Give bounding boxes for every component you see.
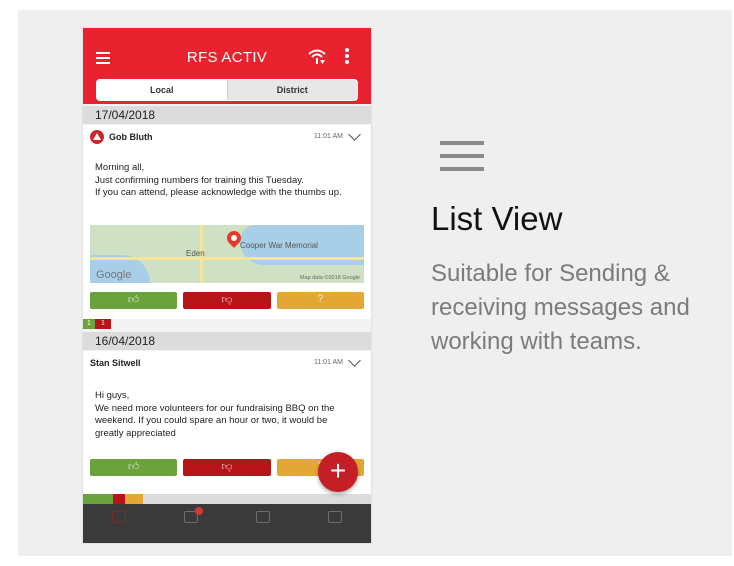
signal-icon[interactable] [307, 47, 327, 65]
more-options-icon[interactable] [345, 48, 349, 64]
thumbs-down-button[interactable]: 👎︎ [183, 459, 271, 476]
response-buttons: 👍︎ 👎︎ ? [90, 292, 364, 309]
feature-title: List View [431, 200, 563, 237]
chevron-down-icon[interactable] [348, 354, 361, 367]
thumbs-up-icon: 👍︎ [127, 294, 140, 306]
map-label: Eden [186, 249, 205, 258]
question-icon: ? [317, 293, 324, 305]
nav-item-messages[interactable] [155, 504, 227, 543]
more-icon [328, 511, 342, 523]
app-bar: RFS ACTIV Local District [83, 28, 371, 104]
app-title: RFS ACTIV [186, 49, 268, 66]
warning-icon [90, 130, 104, 144]
feature-description: Suitable for Sending & receiving message… [431, 260, 690, 355]
tab-district[interactable]: District [226, 80, 358, 100]
google-logo: Google [96, 269, 132, 281]
chevron-down-icon[interactable] [348, 128, 361, 141]
date-header: 17/04/2018 [83, 106, 371, 124]
response-tally [83, 494, 371, 504]
list-icon [440, 141, 484, 171]
nav-item-calendar[interactable] [227, 504, 299, 543]
date-header: 16/04/2018 [83, 332, 371, 350]
response-tally: 1 1 [83, 319, 111, 329]
thumbs-up-button[interactable]: 👍︎ [90, 292, 178, 309]
message-card[interactable]: Gob Bluth 11:01 AM Morning all, Just con… [83, 125, 371, 319]
map-attribution: Map data ©2018 Google [299, 275, 360, 281]
notification-badge [195, 507, 203, 515]
message-time: 11:01 AM [313, 359, 343, 366]
other-response-button[interactable]: ? [276, 292, 364, 309]
message-body: Morning all, Just confirming numbers for… [95, 162, 342, 198]
tab-local[interactable]: Local [97, 80, 227, 100]
message-sender: Gob Bluth [109, 132, 153, 142]
map-label: Cooper War Memorial [240, 241, 318, 250]
tally-up-count: 1 [83, 319, 95, 329]
map-preview[interactable]: Eden Cooper War Memorial Google Map data… [90, 225, 364, 283]
tally-down-count: 1 [95, 319, 111, 329]
location-segmented-control: Local District [96, 79, 358, 101]
message-time: 11:01 AM [313, 133, 343, 140]
bottom-navigation [83, 504, 371, 543]
calendar-icon [256, 511, 270, 523]
phone-screenshot: RFS ACTIV Local District 17/04/2018 Gob … [83, 28, 371, 543]
thumbs-up-icon: 👍︎ [127, 461, 140, 473]
message-body: Hi guys, We need more volunteers for our… [95, 390, 335, 439]
thumbs-down-icon: 👎︎ [221, 294, 233, 306]
thumbs-down-icon: 👎︎ [221, 461, 233, 473]
thumbs-up-button[interactable]: 👍︎ [90, 459, 178, 476]
message-sender: Stan Sitwell [90, 358, 141, 368]
nav-item-more[interactable] [299, 504, 371, 543]
nav-item-home[interactable] [83, 504, 155, 543]
home-icon [112, 511, 126, 523]
thumbs-down-button[interactable]: 👎︎ [183, 292, 271, 309]
add-message-button[interactable]: + [318, 452, 358, 492]
